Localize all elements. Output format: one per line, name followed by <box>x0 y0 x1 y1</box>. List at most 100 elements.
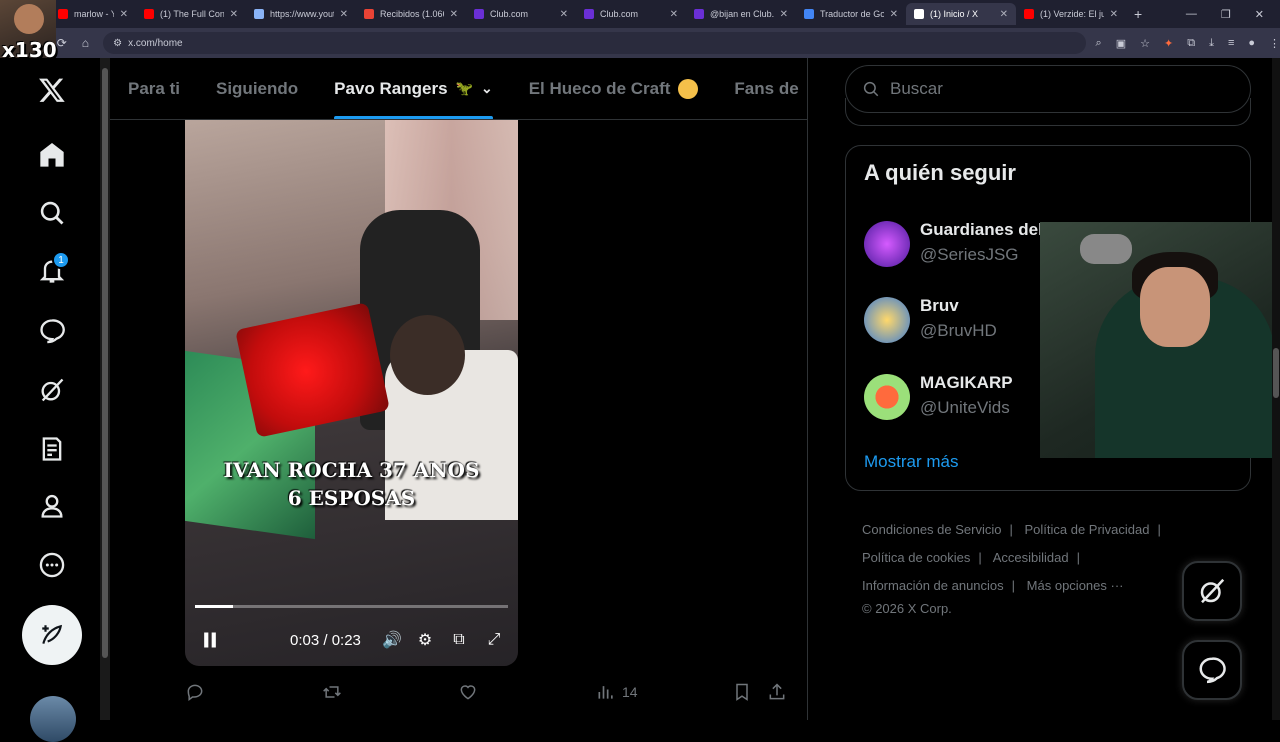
profile-icon[interactable]: ● <box>1248 37 1255 49</box>
volume-icon[interactable]: 🔊 <box>381 629 403 651</box>
browser-tab[interactable]: @bijan en Club.c ✕ <box>686 3 796 25</box>
tab-para-ti[interactable]: Para ti <box>110 58 198 119</box>
tab-title: Club.com <box>490 9 529 19</box>
ads-info-link[interactable]: Información de anuncios <box>862 578 1004 593</box>
avatar[interactable] <box>864 374 910 420</box>
tab-favicon-icon <box>364 9 374 19</box>
fullscreen-icon[interactable]: ⤢ <box>483 629 505 651</box>
grok-floating-button[interactable] <box>1182 561 1242 621</box>
left-navigation: 1 <box>0 58 100 742</box>
post-action-bar: 14 <box>185 678 790 708</box>
tab-label: El Hueco de Craft <box>528 78 671 98</box>
repost-button[interactable] <box>322 682 342 702</box>
show-more-link[interactable]: Mostrar más <box>864 452 958 472</box>
puzzle-icon[interactable]: ⧉ <box>1187 37 1195 50</box>
menu-icon[interactable]: ⋮ <box>1269 37 1280 50</box>
browser-tab[interactable]: Club.com ✕ <box>576 3 686 25</box>
maximize-icon[interactable]: ❐ <box>1221 8 1231 21</box>
tab-pavo-rangers[interactable]: Pavo Rangers 🦖 ⌄ <box>316 58 511 119</box>
tab-close-icon[interactable]: ✕ <box>560 9 568 20</box>
account-avatar[interactable] <box>30 696 76 742</box>
cookies-link[interactable]: Política de cookies <box>862 550 970 565</box>
account-handle: @SeriesJSG <box>920 245 1019 264</box>
tab-fans-de[interactable]: Fans de <box>716 58 808 119</box>
explore-search-icon[interactable] <box>32 193 72 233</box>
tab-siguiendo[interactable]: Siguiendo <box>198 58 316 119</box>
window-controls: — ❐ ✕ <box>1186 0 1280 28</box>
tab-close-icon[interactable]: ✕ <box>450 9 458 20</box>
share-button[interactable] <box>767 682 787 702</box>
privacy-link[interactable]: Política de Privacidad <box>1024 522 1149 537</box>
tab-close-icon[interactable]: ✕ <box>120 9 128 20</box>
browser-tab[interactable]: (1) Inicio / X ✕ <box>906 3 1016 25</box>
chevron-down-icon[interactable]: ⌄ <box>481 80 493 97</box>
video-player[interactable]: IVAN ROCHA 37 ANOS 6 ESPOSAS 0:03 / 0:23… <box>185 120 518 666</box>
tab-close-icon[interactable]: ✕ <box>1000 9 1008 20</box>
lists-icon[interactable] <box>32 429 72 469</box>
messages-floating-button[interactable] <box>1182 640 1242 700</box>
tab-title: marlow - YouT <box>74 9 114 19</box>
grok-icon[interactable] <box>32 370 72 410</box>
video-progress-bar[interactable] <box>195 605 508 608</box>
tab-close-icon[interactable]: ✕ <box>890 9 898 20</box>
new-tab-icon[interactable]: + <box>1134 6 1142 22</box>
close-window-icon[interactable]: ✕ <box>1255 8 1264 21</box>
tab-el-hueco-de-craft[interactable]: El Hueco de Craft <box>511 58 717 119</box>
tab-favicon-icon <box>584 9 594 19</box>
webcam-person-head <box>1140 267 1210 347</box>
browser-tab[interactable]: Recibidos (1.066) ✕ <box>356 3 466 25</box>
right-scrollbar[interactable] <box>1272 58 1280 720</box>
terms-link[interactable]: Condiciones de Servicio <box>862 522 1001 537</box>
more-options-link[interactable]: Más opciones ··· <box>1027 578 1124 593</box>
browser-tab[interactable]: (1) The Full Conte ✕ <box>136 3 246 25</box>
tab-close-icon[interactable]: ✕ <box>230 9 238 20</box>
messages-icon[interactable] <box>32 311 72 351</box>
like-button[interactable] <box>458 682 478 702</box>
browser-tab[interactable]: Club.com ✕ <box>466 3 576 25</box>
more-options-icon[interactable] <box>32 545 72 585</box>
address-bar-row: ⟳ ⌂ ⚙ x.com/home ⌕ ▣ ☆ ✦ ⧉ ⤓ ≡ ● ⋮ <box>0 28 1280 58</box>
site-info-icon[interactable]: ⚙ <box>113 38 122 49</box>
tab-title: Traductor de Goo <box>820 9 884 19</box>
home-nav-icon[interactable] <box>32 135 72 175</box>
tab-close-icon[interactable]: ✕ <box>670 9 678 20</box>
picture-in-picture-icon[interactable]: ⧉ <box>448 629 470 651</box>
views-button[interactable]: 14 <box>596 682 638 702</box>
avatar[interactable] <box>864 297 910 343</box>
tab-close-icon[interactable]: ✕ <box>340 9 348 20</box>
browser-tab[interactable]: https://www.yout ✕ <box>246 3 356 25</box>
tab-favicon-icon <box>694 9 704 19</box>
search-input[interactable]: Buscar <box>845 65 1251 113</box>
left-scrollbar[interactable] <box>100 58 110 720</box>
browser-tab[interactable]: Traductor de Goo ✕ <box>796 3 906 25</box>
accessibility-link[interactable]: Accesibilidad <box>993 550 1069 565</box>
settings-gear-icon[interactable]: ⚙ <box>414 629 436 651</box>
url-field[interactable]: ⚙ x.com/home <box>103 32 1086 54</box>
profile-nav-icon[interactable] <box>32 486 72 526</box>
minimize-icon[interactable]: — <box>1186 8 1197 20</box>
x-logo-icon[interactable] <box>32 70 72 110</box>
extension-icon[interactable]: ✦ <box>1164 37 1173 50</box>
reply-button[interactable] <box>185 682 205 702</box>
browser-tab[interactable]: (1) Verzide: El jug ✕ <box>1016 3 1126 25</box>
video-scene-head <box>390 315 465 395</box>
pause-button[interactable] <box>199 629 221 651</box>
tab-close-icon[interactable]: ✕ <box>780 9 788 20</box>
notifications-bell-icon[interactable]: 1 <box>32 251 72 291</box>
repost-icon <box>323 686 341 698</box>
caption-line-2: 6 ESPOSAS <box>287 486 416 510</box>
zoom-icon[interactable]: ⌕ <box>1096 37 1102 50</box>
avatar[interactable] <box>864 221 910 267</box>
bookmark-button[interactable] <box>732 682 752 702</box>
media-icon[interactable]: ≡ <box>1228 37 1234 49</box>
tab-close-icon[interactable]: ✕ <box>1110 9 1118 20</box>
account-name: MAGIKARP <box>920 373 1013 392</box>
cast-icon[interactable]: ▣ <box>1116 37 1126 50</box>
home-icon[interactable]: ⌂ <box>74 36 98 50</box>
account-handle: @UniteVids <box>920 398 1010 417</box>
bookmark-star-icon[interactable]: ☆ <box>1140 37 1150 50</box>
compose-post-button[interactable] <box>22 605 82 665</box>
download-icon[interactable]: ⤓ <box>1209 37 1214 50</box>
tab-title: Recibidos (1.066) <box>380 9 444 19</box>
anxious-emoji-icon <box>678 78 699 99</box>
